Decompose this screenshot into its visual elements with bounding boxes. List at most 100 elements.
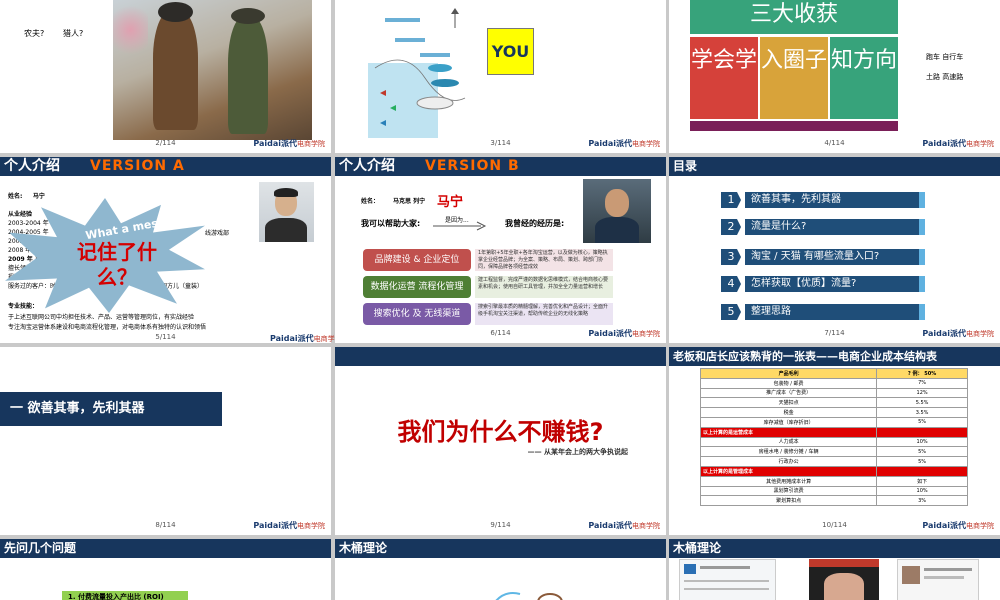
table-row: 房租水电 / 装修分摊 / 车辆 5% [699,446,968,458]
names: 马克思 列宁 [393,198,426,205]
traffic-flow-diagram [368,8,466,138]
toc-num-4: 4 [721,276,741,292]
table-cell: 以上计算的是运营成本 [699,426,878,438]
cell-learn: 学会学 [690,37,758,119]
table-cell [876,465,968,477]
exp-label: 我曾经的经历是: [505,219,565,228]
cell-circle: 入圈子 [760,37,828,119]
pro-line-2: 专注淘宝运营体系建设和电商流程化管理，对电商体系有独特的认识和领悟 [8,324,207,331]
screenshot-phone [809,559,879,600]
paidai-logo: Paidai派代电商学院 [588,521,660,530]
slide-grid: 农夫? 猎人? 2/114 Paidai派代电商学院 YOU 3/114 Pai… [0,0,1000,600]
slide-thumb-9[interactable]: 我们为什么不赚钱? —— 从某年会上的两大争执说起 9/114 Paidai派代… [335,347,666,535]
name-row: 姓名: 马宁 [8,193,45,200]
table-cell: 3.5% [876,407,968,418]
right-line-1: 线游戏部 [205,230,230,237]
paidai-logo: Paidai派代电商学院 [588,139,660,148]
profile-photo [259,182,314,242]
category-brand-desc: 1年第职+5年全职+各年淘宝运营，以及做为核心，策略执掌企业经营品牌；为全案、策… [475,249,613,271]
slide-thumb-2[interactable]: 农夫? 猎人? 2/114 Paidai派代电商学院 [0,0,331,153]
speaker-photo [583,179,651,243]
cell-direction: 知方向 [830,37,898,119]
section-banner: 一 欲善其事，先利其器 [0,392,222,426]
screenshot-left [679,559,776,600]
slide-headline: 我们为什么不赚钱? [397,418,604,446]
table-cell: 房租水电 / 装修分摊 / 车辆 [699,446,878,458]
paidai-logo: Paidai派代电商学院 [253,521,325,530]
table-cell [876,426,968,438]
side-line-1: 跑车 自行车 [926,53,964,61]
cost-structure-table: 产品毛利? 例： 50% 包装物 / 邮费 7% 推广成本（广告费） 12% 天猫扣点 5.… [699,368,968,507]
table-row: 库存减值（库存折旧） 5% [699,416,968,428]
slide-thumb-7[interactable]: 目录 1 欲善其事，先利其器 2 流量是什么? 3 淘宝 / 天猫 有哪些流量入… [669,157,1000,343]
paidai-logo: Paidai派代电商学院 [922,521,994,530]
slide-thumb-8[interactable]: 一 欲善其事，先利其器 8/114 Paidai派代电商学院 [0,347,331,535]
harvest-footer-bar [690,121,898,131]
pro-line-1: 于上述互联网公司中均担任技术、产品、运营等管理岗位，有实战经验 [8,314,195,321]
table-cell: 包装物 / 邮费 [699,377,878,389]
toc-item-5[interactable]: 整理思路 [745,304,925,320]
exp-label: 从业经验 [8,211,33,218]
pro-label: 专业技能： [8,303,39,310]
slide-title-bar: 个人介绍 VERSION A [0,157,331,176]
toc-item-1[interactable]: 欲善其事，先利其器 [745,192,925,208]
slide-thumb-6[interactable]: 个人介绍 VERSION B 姓名： 马克思 列宁 马宁 我可以帮助大家: 是因为… [335,157,666,343]
category-brand: 品牌建设 & 企业定位 [363,249,471,271]
table-cell: 黑划算引流费 [699,485,878,497]
table-row: 黑划算引流费 10% [699,485,968,497]
toc-num-5: 5 [721,304,741,320]
table-header-cell: ? 例： 50% [876,368,968,379]
table-cell: 3% [876,495,968,507]
table-row: 其他费用摊成本计算 如下 [699,475,968,487]
toc-item-3[interactable]: 淘宝 / 天猫 有哪些流量入口? [745,249,925,265]
table-cell: 12% [876,387,968,399]
table-cell: 5% [876,456,968,467]
toc-item-4[interactable]: 怎样获取【优质】流量? [745,276,925,292]
paidai-logo: Paidai派代电商学院 [922,329,994,338]
slide-thumb-13[interactable]: 木桶理论 [669,539,1000,600]
table-row: 天猫扣点 5.5% [699,397,968,409]
table-row: 行政办公 5% [699,456,968,467]
slide-title-bar: 木桶理论 [669,539,1000,558]
screenshot-right [897,559,979,600]
table-cell: 5.5% [876,397,968,409]
category-search-desc: 搜索引擎最本质的精髓理解，完善优化和产品设计；全面升级手机淘宝关注渠道，帮助传统… [475,303,613,325]
figurines-photo [113,0,312,140]
table-row: 聚划算扣点 3% [699,495,968,507]
table-header-row: 产品毛利? 例： 50% [699,368,968,379]
table-cell: 如下 [876,475,968,487]
hunter-label: 猎人? [63,29,84,38]
table-cell: 5% [876,416,968,428]
table-cell: 5% [876,446,968,458]
paidai-logo: Paidai派代电商学院 [588,329,660,338]
table-cell: 行政办公 [699,456,878,467]
table-cell: 税金 [699,407,878,418]
year-1: 2003-2004 年 [8,220,49,227]
paidai-logo: Paidai派代电商学院 [922,139,994,148]
toc-item-2[interactable]: 流量是什么? [745,219,925,235]
table-cell: 人力成本 [699,436,878,448]
table-cell: 10% [876,485,968,497]
slide-thumb-4[interactable]: 三大收获 学会学 入圈子 知方向 跑车 自行车 土路 高速路 4/114 Pai… [669,0,1000,153]
slide-thumb-12[interactable]: 木桶理论 [335,539,666,600]
slide-title-bar: 目录 [669,157,1000,176]
harvest-title: 三大收获 [690,0,898,34]
you-box: YOU [487,28,534,75]
paidai-logo: Paidai派代电商学院 [253,139,325,148]
table-cell: 库存减值（库存折旧） [699,416,878,428]
table-row: 人力成本 10% [699,436,968,448]
slide-thumb-3[interactable]: YOU 3/114 Paidai派代电商学院 [335,0,666,153]
table-cell: 聚划算扣点 [699,495,878,507]
category-data-desc: 建工程监督，完成严谨的数据化思维模式，结合电商核心要素和机会；使用自研工具管理，… [475,276,613,298]
slide-thumb-10[interactable]: 老板和店长应该熟背的一张表——电商企业成本结构表 产品毛利? 例： 50% 包装物… [669,347,1000,535]
table-cell: 其他费用摊成本计算 [699,475,878,487]
table-header-cell: 产品毛利 [699,368,878,379]
name-label: 姓名： [361,198,380,205]
table-row: 推广成本（广告费） 12% [699,387,968,399]
right-arrow-icon [433,221,487,231]
table-cell: 天猫扣点 [699,397,878,409]
slide-thumb-11[interactable]: 先问几个问题 1. 付费流量投入产出比 (ROI) [0,539,331,600]
slide-subline: —— 从某年会上的两大争执说起 [527,448,628,456]
barrel-illustration [495,592,563,600]
table-cell: 推广成本（广告费） [699,387,878,399]
